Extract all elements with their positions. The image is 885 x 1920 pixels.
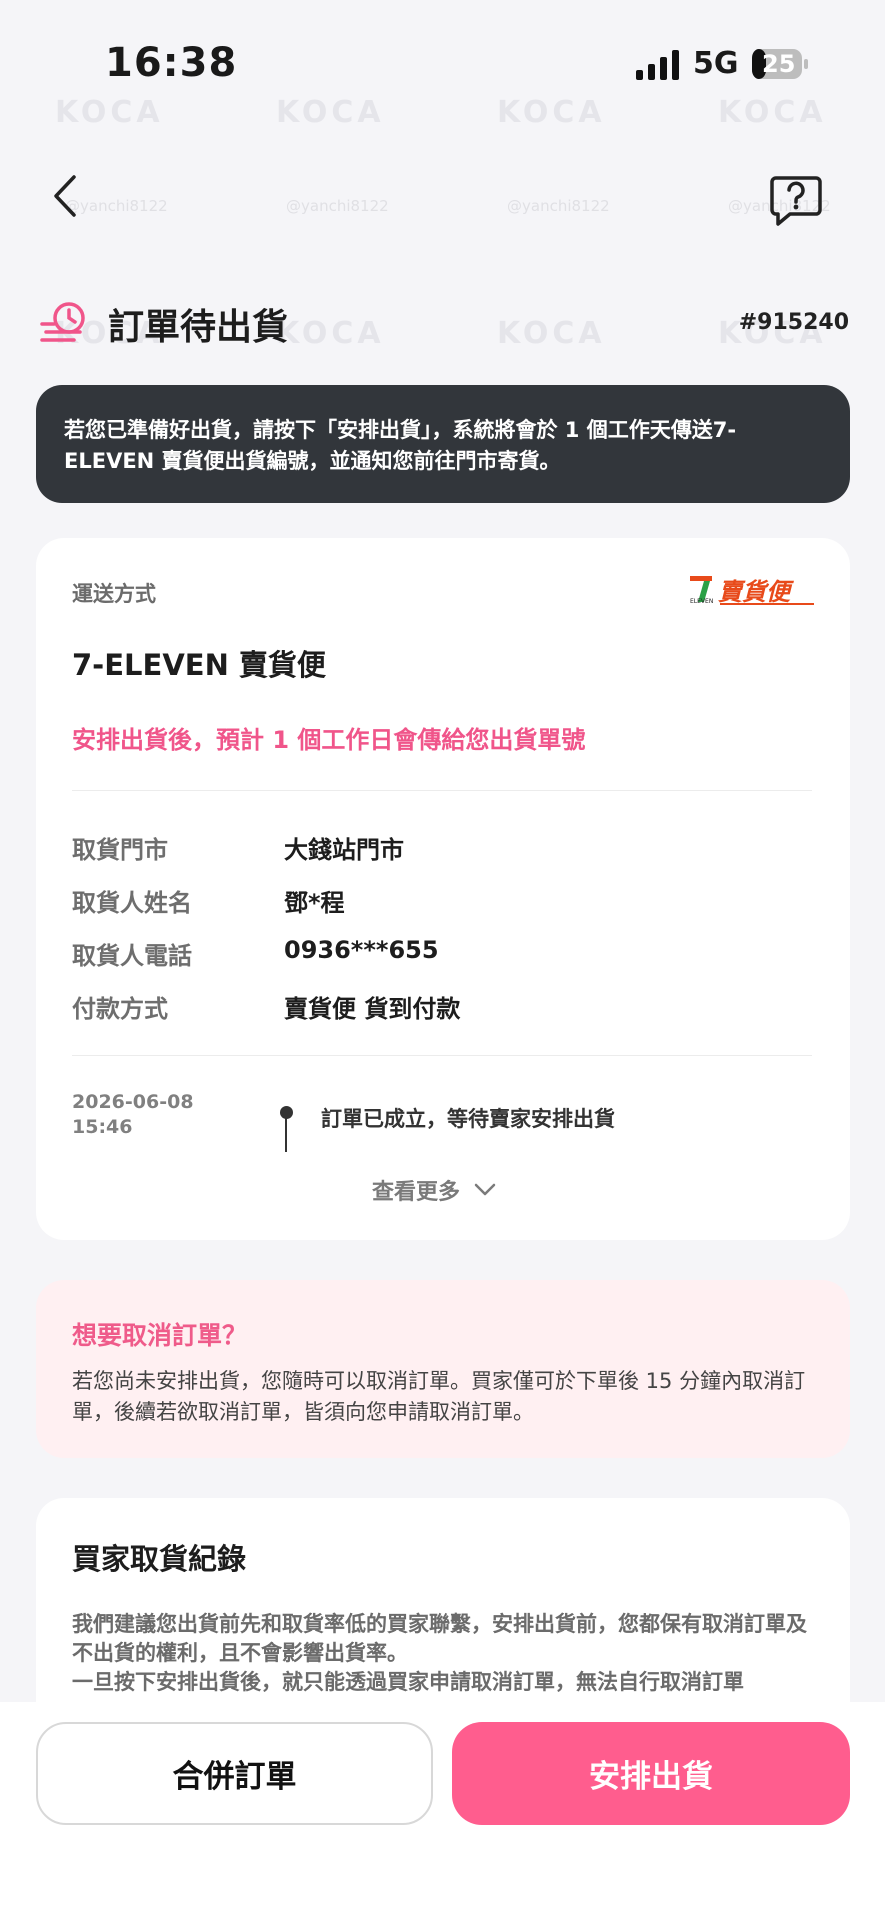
divider <box>72 1055 812 1056</box>
battery-icon: 25 <box>752 49 808 79</box>
cancel-order-title: 想要取消訂單？ <box>72 1321 248 1350</box>
pickup-record-body: 我們建議您出貨前先和取貨率低的買家聯繫，安排出貨前，您都保有取消訂單及不出貨的權… <box>72 1610 818 1697</box>
watermark-handle: @yanchi8122 <box>286 197 389 215</box>
info-value-phone: 0936***655 <box>284 936 439 964</box>
help-icon[interactable] <box>768 172 824 228</box>
info-value-payment: 賣貨便 貨到付款 <box>284 995 461 1023</box>
info-value-name: 鄧*程 <box>284 889 345 917</box>
battery-level: 25 <box>762 50 796 78</box>
watermark-logo: KOCA <box>276 95 385 130</box>
merge-orders-button[interactable]: 合併訂單 <box>36 1722 433 1825</box>
info-key-phone: 取貨人電話 <box>72 942 192 970</box>
shipping-notice-banner: 若您已準備好出貨，請按下「安排出貨」，系統將會於 1 個工作天傳送7-ELEVE… <box>36 385 850 503</box>
delivery-clock-icon <box>40 302 85 342</box>
cancel-order-body: 若您尚未安排出貨，您隨時可以取消訂單。買家僅可於下單後 15 分鐘內取消訂單，後… <box>72 1369 806 1424</box>
watermark-logo: KOCA <box>718 95 827 130</box>
signal-icon <box>636 50 679 80</box>
seven-eleven-logo: ELEVEN 賣貨便 <box>690 572 816 606</box>
watermark-logo: KOCA <box>497 95 606 130</box>
chevron-left-icon <box>54 175 76 217</box>
timeline-event: 訂單已成立，等待賣家安排出貨 <box>321 1107 615 1131</box>
shipping-method-name: 7-ELEVEN 賣貨便 <box>72 648 326 682</box>
watermark-handle: @yanchi8122 <box>507 197 610 215</box>
watermark-logo: KOCA <box>276 316 385 351</box>
chevron-down-icon <box>474 1183 496 1196</box>
shipping-hint: 安排出貨後，預計 1 個工作日會傳給您出貨單號 <box>72 726 586 754</box>
network-label: 5G <box>693 46 739 81</box>
pickup-record-text-2: 一旦按下安排出貨後，就只能透過買家申請取消訂單，無法自行取消訂單 <box>72 1670 744 1694</box>
divider <box>72 790 812 791</box>
arrange-shipment-button[interactable]: 安排出貨 <box>452 1722 850 1825</box>
timeline-line <box>285 1118 287 1152</box>
info-key-payment: 付款方式 <box>72 995 168 1023</box>
watermark-logo: KOCA <box>497 316 606 351</box>
status-time: 16:38 <box>105 40 238 86</box>
see-more-label: 查看更多 <box>372 1180 461 1205</box>
logo-small-text: ELEVEN <box>690 598 714 605</box>
pickup-record-text-1: 我們建議您出貨前先和取貨率低的買家聯繫，安排出貨前，您都保有取消訂單及不出貨的權… <box>72 1612 807 1665</box>
back-button[interactable] <box>40 168 90 224</box>
logo-text: 賣貨便 <box>718 578 790 606</box>
info-key-store: 取貨門市 <box>72 836 168 864</box>
watermark-logo: KOCA <box>55 95 164 130</box>
info-key-name: 取貨人姓名 <box>72 889 192 917</box>
info-value-store: 大錢站門市 <box>284 836 404 864</box>
shipping-method-label: 運送方式 <box>72 582 156 606</box>
order-number: #915240 <box>738 310 849 335</box>
pickup-record-title: 買家取貨紀錄 <box>72 1542 247 1576</box>
timeline-date: 2026-06-08 15:46 <box>72 1091 194 1138</box>
page-title: 訂單待出貨 <box>108 307 289 348</box>
see-more-button[interactable]: 查看更多 <box>372 1174 496 1206</box>
